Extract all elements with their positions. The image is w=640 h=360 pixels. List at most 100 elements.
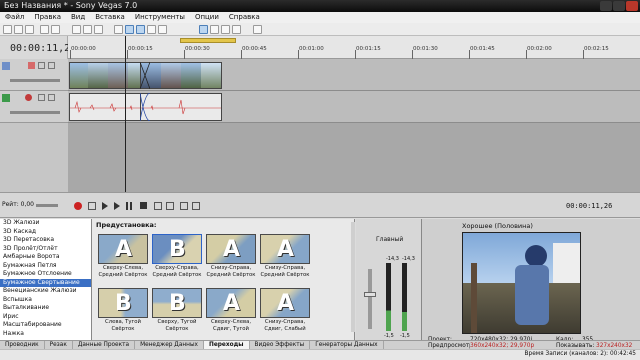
preset-tile[interactable]: A Сверху-Слева, Сдвиг, Тугой (205, 287, 257, 335)
preset-tile[interactable]: A Сверху-Слева, Средний Свёрток (97, 233, 149, 281)
save-icon[interactable] (25, 25, 34, 34)
audio-track-header[interactable] (0, 91, 68, 123)
loop-region-bar[interactable] (180, 38, 236, 43)
timeline-tracks[interactable] (68, 59, 640, 192)
play-from-start-icon[interactable] (102, 202, 108, 210)
close-button[interactable] (626, 1, 638, 11)
video-track[interactable] (68, 59, 640, 91)
list-item[interactable]: 3D Пролёт/Отлёт (0, 245, 91, 254)
envelope-tool-icon[interactable] (210, 25, 219, 34)
menu-view[interactable]: Вид (66, 12, 90, 23)
undo-icon[interactable] (114, 25, 123, 34)
go-to-end-icon[interactable] (166, 202, 174, 210)
playhead-cursor[interactable] (125, 36, 126, 194)
menu-options[interactable]: Опции (190, 12, 224, 23)
ignore-grouping-icon[interactable] (158, 25, 167, 34)
next-frame-icon[interactable] (192, 202, 200, 210)
list-item[interactable]: Венецианские Жалюзи (0, 287, 91, 296)
audio-track[interactable] (68, 91, 640, 123)
list-item[interactable]: 3D Жалюзи (0, 219, 91, 228)
tab-trimmer[interactable]: Резак (45, 341, 73, 349)
loop-playback-icon[interactable] (88, 202, 96, 210)
properties-icon[interactable] (40, 25, 49, 34)
solo-icon[interactable] (48, 94, 55, 101)
paste-icon[interactable] (94, 25, 103, 34)
menu-edit[interactable]: Правка (29, 12, 66, 23)
presets-scrollbar[interactable] (351, 222, 355, 332)
preview-image (462, 232, 581, 334)
video-clip[interactable] (140, 62, 222, 89)
volume-slider[interactable] (10, 111, 60, 114)
list-item[interactable]: 3D Перетасовка (0, 236, 91, 245)
record-icon[interactable] (74, 202, 82, 210)
solo-icon[interactable] (48, 62, 55, 69)
fader-knob[interactable] (364, 292, 376, 297)
preset-tile[interactable]: B Сверху, Тугой Свёрток (151, 287, 203, 335)
tab-media-manager[interactable]: Менеджер Данных (135, 341, 204, 349)
tab-transitions[interactable]: Переходы (203, 341, 250, 349)
preset-thumbnail: A (206, 288, 256, 318)
preset-tile[interactable]: A Снизу-Справа, Средний Свёрток (259, 233, 311, 281)
preset-tile[interactable]: A Снизу-Справа, Сдвиг, Слабый (259, 287, 311, 335)
preset-tile[interactable]: B Слева, Тугой Свёрток (97, 287, 149, 335)
list-item[interactable]: Выталкивание (0, 304, 91, 313)
lock-envelopes-icon[interactable] (147, 25, 156, 34)
list-item[interactable]: Вспышка (0, 296, 91, 305)
list-item-selected[interactable]: Бумажное Свертывание (0, 278, 91, 287)
ruler-label: 00:00:15 (128, 46, 153, 52)
tab-video-fx[interactable]: Видео Эффекты (250, 341, 311, 349)
snap-icon[interactable] (125, 25, 134, 34)
tab-project-media[interactable]: Данные Проекта (73, 341, 136, 349)
list-item[interactable]: Нажка (0, 330, 91, 339)
track-motion-icon[interactable] (28, 62, 35, 69)
arm-record-icon[interactable] (25, 94, 32, 101)
rate-slider[interactable] (36, 204, 58, 207)
mute-icon[interactable] (38, 62, 45, 69)
preset-tile[interactable]: A Снизу-Справа, Средний Свёрток (205, 233, 257, 281)
waveform (141, 99, 221, 115)
copy-icon[interactable] (83, 25, 92, 34)
quality-dropdown[interactable]: Хорошее (Половина) (462, 222, 533, 230)
transitions-list[interactable]: 3D Жалюзи 3D Каскад 3D Перетасовка 3D Пр… (0, 219, 92, 340)
list-item[interactable]: Бумажная Петля (0, 262, 91, 271)
list-item[interactable]: 3D Каскад (0, 228, 91, 237)
track-header-empty (0, 123, 68, 192)
menu-file[interactable]: Файл (0, 12, 29, 23)
mixer-label: Главный (376, 236, 404, 243)
level-slider[interactable] (10, 79, 60, 82)
auto-crossfade-icon[interactable] (136, 25, 145, 34)
audio-clip[interactable] (140, 93, 222, 121)
menu-insert[interactable]: Вставка (90, 12, 130, 23)
video-clip[interactable] (69, 62, 147, 89)
menu-tools[interactable]: Инструменты (130, 12, 190, 23)
go-to-start-icon[interactable] (154, 202, 162, 210)
audio-crossfade (140, 93, 150, 121)
render-icon[interactable] (51, 25, 60, 34)
tab-media-generators[interactable]: Генераторы Данных (310, 341, 384, 349)
list-item[interactable]: Бумажное Отслоение (0, 270, 91, 279)
minimize-button[interactable] (600, 1, 612, 11)
selection-tool-icon[interactable] (221, 25, 230, 34)
pause-icon[interactable] (126, 202, 132, 210)
menu-help[interactable]: Справка (224, 12, 265, 23)
preset-tile-selected[interactable]: B Сверху-Справа, Средний Свёрток (151, 233, 203, 281)
list-item[interactable]: Масштабирование (0, 321, 91, 330)
list-item[interactable]: Амбарные Ворота (0, 253, 91, 262)
zoom-tool-icon[interactable] (232, 25, 241, 34)
video-track-header[interactable] (0, 59, 68, 91)
help-icon[interactable] (253, 25, 262, 34)
new-project-icon[interactable] (3, 25, 12, 34)
mute-icon[interactable] (38, 94, 45, 101)
stop-icon[interactable] (140, 202, 147, 209)
maximize-button[interactable] (613, 1, 625, 11)
prev-frame-icon[interactable] (180, 202, 188, 210)
timeline-ruler[interactable]: 00:00:00 00:00:15 00:00:30 00:00:45 00:01:00… (68, 36, 640, 59)
list-item[interactable]: Ирис (0, 313, 91, 322)
cut-icon[interactable] (72, 25, 81, 34)
open-icon[interactable] (14, 25, 23, 34)
play-icon[interactable] (114, 202, 120, 210)
audio-clip[interactable] (69, 93, 147, 121)
normal-edit-tool-icon[interactable] (199, 25, 208, 34)
tab-explorer[interactable]: Проводник (0, 341, 45, 349)
master-fader[interactable] (368, 269, 372, 329)
